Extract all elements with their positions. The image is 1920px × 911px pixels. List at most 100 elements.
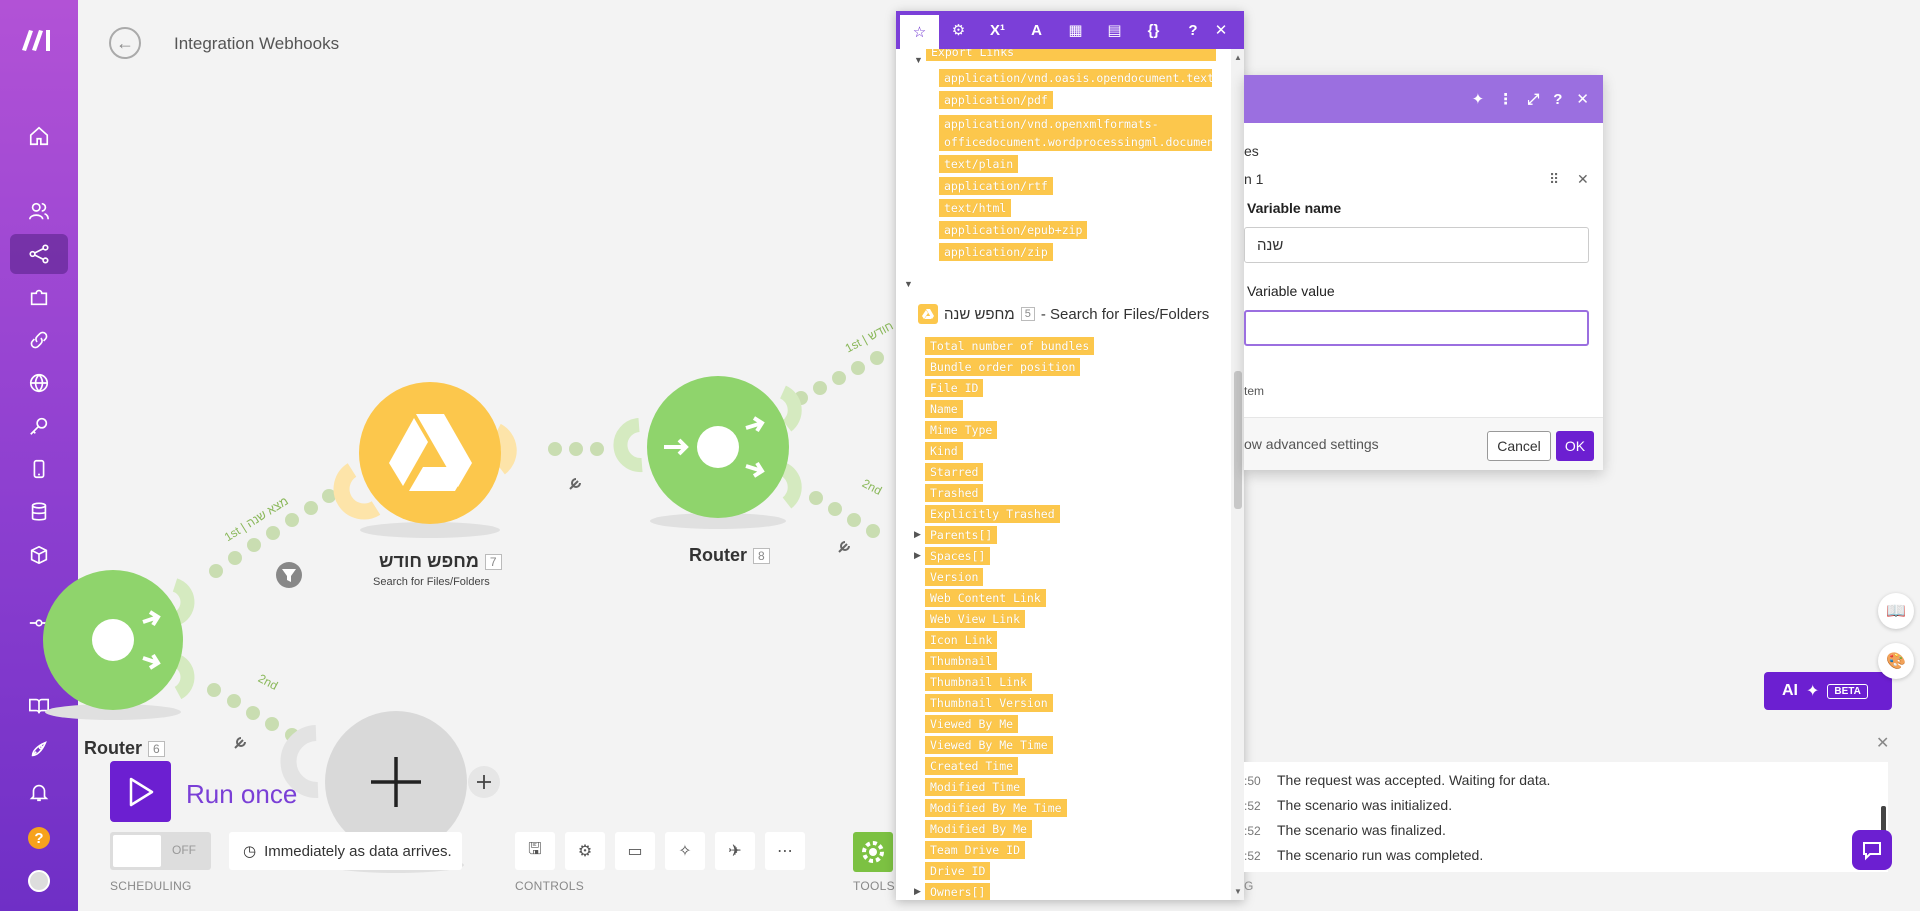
connection-router8-2nd[interactable]	[809, 491, 880, 538]
variable-name-input[interactable]	[1244, 227, 1589, 263]
variable-value-input[interactable]	[1244, 310, 1589, 346]
mapping-chip[interactable]: Thumbnail Version	[925, 694, 1053, 712]
scheduling-toggle[interactable]: OFF	[110, 832, 211, 870]
mapping-chip[interactable]: Thumbnail	[925, 652, 998, 670]
mapping-chip[interactable]: Thumbnail Link	[925, 673, 1032, 691]
mapping-chip[interactable]: Web Content Link	[925, 589, 1046, 607]
mapping-chip[interactable]: Modified By Me	[925, 820, 1032, 838]
mapping-chip[interactable]: Explicitly Trashed	[925, 505, 1060, 523]
mapping-chip[interactable]: Web View Link	[925, 610, 1026, 628]
more-button[interactable]: ⋯	[765, 832, 805, 870]
mapping-chip[interactable]: Kind	[925, 442, 963, 460]
auto-align-button[interactable]: ✧	[665, 832, 705, 870]
log-caption: G	[1244, 879, 1254, 893]
caret-right-icon[interactable]: ▶	[914, 550, 921, 561]
tab-general[interactable]: ⚙	[939, 11, 978, 49]
mapping-chip[interactable]: application/rtf	[939, 177, 1053, 195]
more-vertical-icon[interactable]: ⋮	[1498, 90, 1513, 108]
chip-export-links[interactable]: Export Links	[926, 49, 1216, 61]
tab-array[interactable]: ▤	[1095, 11, 1134, 49]
mapping-chip[interactable]: Icon Link	[925, 631, 998, 649]
close-icon[interactable]: ✕	[1576, 90, 1589, 108]
close-log-icon[interactable]: ✕	[1876, 733, 1889, 753]
ai-assistant-button[interactable]: AI ✦ BETA	[1764, 672, 1892, 710]
mapping-chip[interactable]: Mime Type	[925, 421, 998, 439]
expand-icon[interactable]: ⤢	[1527, 91, 1539, 108]
mapping-chip[interactable]: Owners[]	[925, 883, 991, 900]
chat-support-button[interactable]	[1852, 830, 1892, 870]
help-button[interactable]: ?	[1179, 11, 1207, 49]
caret-right-icon[interactable]: ▶	[914, 886, 921, 897]
mapping-chip[interactable]: officedocument.wordprocessingml.document	[939, 133, 1212, 151]
connection-drive-router8[interactable]	[548, 442, 604, 456]
mapping-chip[interactable]: Version	[925, 568, 984, 586]
run-once-label[interactable]: Run once	[186, 779, 297, 810]
add-item-label[interactable]: tem	[1244, 384, 1264, 398]
mapping-chip[interactable]: application/zip	[939, 243, 1053, 261]
tools-caption: TOOLS	[853, 879, 895, 893]
mapping-chip[interactable]: Name	[925, 400, 963, 418]
mapping-chip[interactable]: Modified Time	[925, 778, 1026, 796]
remove-item-icon[interactable]: ✕	[1577, 171, 1589, 188]
tab-variables[interactable]: {}	[1134, 11, 1173, 49]
scenario-settings-button[interactable]: ⚙	[565, 832, 605, 870]
mapping-chip[interactable]: text/plain	[939, 155, 1019, 173]
mapping-chip[interactable]: Modified By Me Time	[925, 799, 1067, 817]
dialog-header: ✦ ⋮ ⤢ ? ✕	[1244, 75, 1603, 123]
log-text: The scenario was initialized.	[1277, 797, 1453, 813]
mapping-chip[interactable]: Viewed By Me Time	[925, 736, 1053, 754]
connection-router8-1st[interactable]	[794, 351, 884, 405]
mapping-list[interactable]: ▼ Export Links application/vnd.oasis.ope…	[896, 49, 1231, 900]
theme-side-button[interactable]: 🎨	[1878, 643, 1914, 679]
cancel-button[interactable]: Cancel	[1487, 431, 1551, 461]
explain-flow-button[interactable]: ✈	[715, 832, 755, 870]
tab-math[interactable]: X¹	[978, 11, 1017, 49]
help-icon[interactable]: ?	[1553, 91, 1562, 108]
module-number: 8	[753, 548, 770, 565]
run-once-button[interactable]	[110, 761, 171, 822]
scroll-up-icon[interactable]: ▲	[1234, 53, 1242, 62]
mapping-chip[interactable]: application/vnd.openxmlformats-	[939, 115, 1212, 133]
wrench-icon[interactable]	[569, 478, 581, 490]
save-button[interactable]: 🖫	[515, 832, 555, 870]
mapping-chip[interactable]: Viewed By Me	[925, 715, 1019, 733]
mapping-chip[interactable]: File ID	[925, 379, 984, 397]
scroll-down-icon[interactable]: ▼	[1234, 887, 1242, 896]
mapping-chip[interactable]: Created Time	[925, 757, 1019, 775]
connection-router6-add[interactable]	[207, 683, 299, 742]
mapping-chip[interactable]: text/html	[939, 199, 1012, 217]
mapping-chip[interactable]: Drive ID	[925, 862, 991, 880]
mapping-chip[interactable]: application/epub+zip	[939, 221, 1088, 239]
caret-down-icon[interactable]: ▼	[914, 55, 923, 65]
module-output-group[interactable]: מחפש שנה 5 - Search for Files/Folders	[918, 304, 1209, 324]
mapping-chip[interactable]: Bundle order position	[925, 358, 1081, 376]
wrench-icon[interactable]	[234, 737, 246, 749]
caret-down-icon[interactable]: ▼	[904, 279, 913, 289]
tab-date[interactable]: ▦	[1056, 11, 1095, 49]
mapping-chip[interactable]: application/vnd.oasis.opendocument.text	[939, 69, 1212, 87]
drive7-module[interactable]	[359, 382, 501, 524]
mapping-scrollbar[interactable]: ▲ ▼	[1231, 49, 1244, 900]
ai-sparkle-icon[interactable]: ✦	[1472, 90, 1485, 108]
mapping-chip[interactable]: Total number of bundles	[925, 337, 1095, 355]
mapping-chip[interactable]: Team Drive ID	[925, 841, 1026, 859]
tab-favorites[interactable]: ☆	[900, 15, 939, 49]
mapping-chip[interactable]: application/pdf	[939, 91, 1053, 109]
notes-button[interactable]: ▭	[615, 832, 655, 870]
docs-side-button[interactable]: 📖	[1878, 593, 1914, 629]
mapping-chip[interactable]: Starred	[925, 463, 984, 481]
module-number: 6	[148, 741, 165, 758]
mapping-chip[interactable]: Trashed	[925, 484, 984, 502]
ok-button[interactable]: OK	[1556, 431, 1594, 461]
mapping-chip[interactable]: Spaces[]	[925, 547, 991, 565]
close-panel-button[interactable]: ✕	[1207, 11, 1235, 49]
tab-text[interactable]: A	[1017, 11, 1056, 49]
mapping-chip[interactable]: Parents[]	[925, 526, 998, 544]
drag-handle-icon[interactable]: ⠿	[1549, 171, 1559, 188]
advanced-settings-toggle[interactable]: ow advanced settings	[1244, 436, 1379, 452]
schedule-setting-button[interactable]: ◷ Immediately as data arrives.	[229, 832, 462, 870]
tools-button[interactable]	[853, 832, 893, 872]
wrench-icon[interactable]	[838, 541, 850, 553]
scroll-thumb[interactable]	[1234, 371, 1242, 509]
caret-right-icon[interactable]: ▶	[914, 529, 921, 540]
